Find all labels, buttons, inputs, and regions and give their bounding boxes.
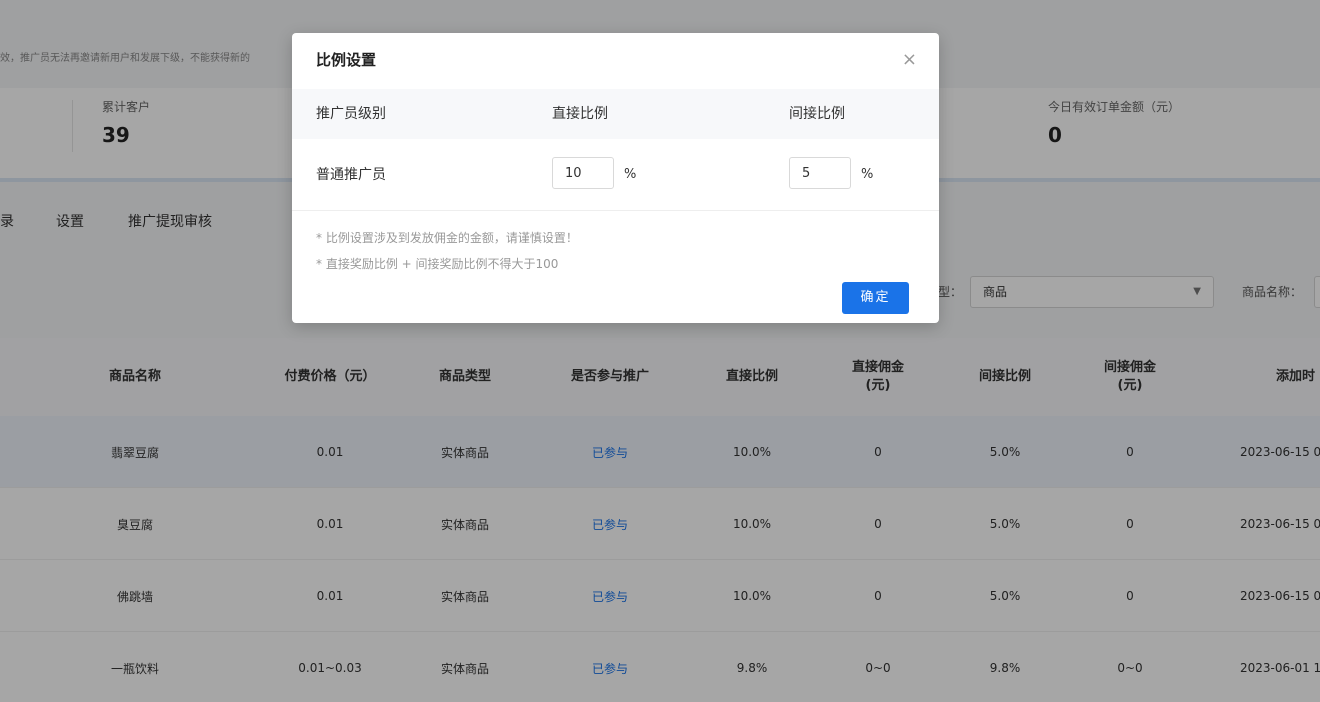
col-level: 推广员级别 [316,106,386,122]
percent-unit: % [624,167,637,182]
level-name: 普通推广员 [316,167,386,183]
dialog-table-header: 推广员级别 直接比例 间接比例 [292,89,939,139]
confirm-button[interactable]: 确定 [842,282,909,314]
note-limit: * 直接奖励比例 + 间接奖励比例不得大于100 [316,257,559,271]
direct-ratio-input[interactable] [552,157,614,189]
indirect-ratio-input[interactable] [789,157,851,189]
dialog-table-row: 普通推广员 % % [292,139,939,211]
percent-unit: % [861,167,874,182]
ratio-settings-dialog: 比例设置 × 推广员级别 直接比例 间接比例 普通推广员 % % * 比例设置涉… [292,33,939,323]
col-indirect-ratio: 间接比例 [789,106,845,122]
col-direct-ratio: 直接比例 [552,106,608,122]
dialog-title: 比例设置 [316,51,377,69]
note-warning: * 比例设置涉及到发放佣金的金额，请谨慎设置！ [316,231,578,245]
close-icon[interactable]: × [902,49,917,71]
